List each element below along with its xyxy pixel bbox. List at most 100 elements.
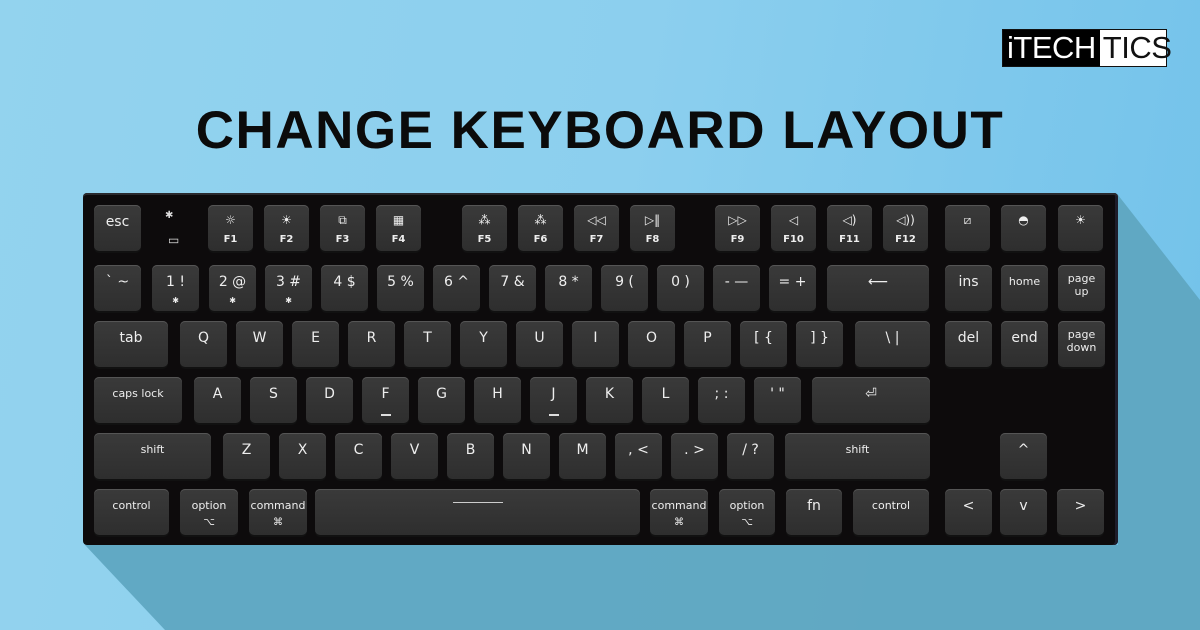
key-equals[interactable]: = + [769, 265, 816, 311]
key-w[interactable]: W [236, 321, 283, 367]
key-end[interactable]: end [1001, 321, 1048, 367]
key-label: I [593, 330, 598, 346]
key-rshift[interactable]: shift [785, 433, 930, 479]
bluetooth-icon: ✱ [229, 296, 236, 305]
key-right[interactable]: > [1057, 489, 1104, 535]
key-d[interactable]: D [306, 377, 353, 423]
key-c[interactable]: C [335, 433, 382, 479]
key-capslock[interactable]: caps lock [94, 377, 182, 423]
key-f11[interactable]: ◁) F11 [827, 205, 872, 251]
key-8[interactable]: 8 * [545, 265, 592, 311]
key-f3[interactable]: ⧉ F3 [320, 205, 365, 251]
key-f2[interactable]: ☀ F2 [264, 205, 309, 251]
key-lcommand[interactable]: command ⌘ [249, 489, 307, 535]
key-4[interactable]: 4 $ [321, 265, 368, 311]
key-f[interactable]: F [362, 377, 409, 423]
key-n[interactable]: N [503, 433, 550, 479]
key-f1[interactable]: ☼ F1 [208, 205, 253, 251]
key-siri[interactable]: ◓ [1001, 205, 1046, 251]
key-a[interactable]: A [194, 377, 241, 423]
key-m[interactable]: M [559, 433, 606, 479]
key-2[interactable]: 2 @ ✱ [209, 265, 256, 311]
key-tab[interactable]: tab [94, 321, 168, 367]
key-b[interactable]: B [447, 433, 494, 479]
key-esc[interactable]: esc [94, 205, 141, 251]
key-f12[interactable]: ◁)) F12 [883, 205, 928, 251]
key-screenshot[interactable]: ⧄ [945, 205, 990, 251]
key-lcontrol[interactable]: control [94, 489, 169, 535]
key-f10[interactable]: ◁ F10 [771, 205, 816, 251]
key-slash[interactable]: / ? [727, 433, 774, 479]
key-comma[interactable]: , < [615, 433, 662, 479]
key-space[interactable] [315, 489, 640, 535]
light-icon: ☀ [1075, 213, 1086, 227]
key-q[interactable]: Q [180, 321, 227, 367]
key-home[interactable]: home [1001, 265, 1048, 311]
key-up[interactable]: ^ [1000, 433, 1047, 479]
key-6[interactable]: 6 ^ [433, 265, 480, 311]
key-down[interactable]: v [1000, 489, 1047, 535]
key-lbracket[interactable]: [ { [740, 321, 787, 367]
key-e[interactable]: E [292, 321, 339, 367]
key-o[interactable]: O [628, 321, 675, 367]
key-light[interactable]: ☀ [1058, 205, 1103, 251]
key-7[interactable]: 7 & [489, 265, 536, 311]
key-y[interactable]: Y [460, 321, 507, 367]
key-f6[interactable]: ⁂ F6 [518, 205, 563, 251]
key-semicolon[interactable]: ; : [698, 377, 745, 423]
key-period[interactable]: . > [671, 433, 718, 479]
key-h[interactable]: H [474, 377, 521, 423]
key-label: option [729, 499, 765, 512]
f6-icon: ⁂ [534, 213, 547, 227]
key-label: esc [105, 214, 130, 230]
key-v[interactable]: V [391, 433, 438, 479]
key-f5[interactable]: ⁂ F5 [462, 205, 507, 251]
key-i[interactable]: I [572, 321, 619, 367]
key-label: P [703, 330, 712, 346]
key-pagedown[interactable]: page down [1058, 321, 1105, 367]
key-rbracket[interactable]: ] } [796, 321, 843, 367]
key-0[interactable]: 0 ) [657, 265, 704, 311]
modifier-icon: ⌘ [674, 517, 684, 528]
key-fn[interactable]: fn [786, 489, 842, 535]
key-lshift[interactable]: shift [94, 433, 211, 479]
key-label: command [250, 499, 306, 512]
key-backslash[interactable]: \ | [855, 321, 930, 367]
key-u[interactable]: U [516, 321, 563, 367]
key-rcommand[interactable]: command ⌘ [650, 489, 708, 535]
key-f8[interactable]: ▷‖ F8 [630, 205, 675, 251]
key-f4[interactable]: ▦ F4 [376, 205, 421, 251]
f5-icon: ⁂ [478, 213, 491, 227]
key-p[interactable]: P [684, 321, 731, 367]
key-t[interactable]: T [404, 321, 451, 367]
key-ins[interactable]: ins [945, 265, 992, 311]
key-g[interactable]: G [418, 377, 465, 423]
key-grave[interactable]: ` ~ [94, 265, 141, 311]
key-s[interactable]: S [250, 377, 297, 423]
key-3[interactable]: 3 # ✱ [265, 265, 312, 311]
key-l[interactable]: L [642, 377, 689, 423]
key-z[interactable]: Z [223, 433, 270, 479]
key-roption[interactable]: option ⌥ [719, 489, 775, 535]
key-label: O [645, 330, 658, 346]
key-enter[interactable]: ⏎ [812, 377, 930, 423]
key-r[interactable]: R [348, 321, 395, 367]
key-del[interactable]: del [945, 321, 992, 367]
key-rcontrol[interactable]: control [853, 489, 929, 535]
key-k[interactable]: K [586, 377, 633, 423]
key-f9[interactable]: ▷▷ F9 [715, 205, 760, 251]
key-loption[interactable]: option ⌥ [180, 489, 238, 535]
key-minus[interactable]: - — [713, 265, 760, 311]
key-j[interactable]: J [530, 377, 577, 423]
key-1[interactable]: 1 ! ✱ [152, 265, 199, 311]
key-9[interactable]: 9 ( [601, 265, 648, 311]
key-f7[interactable]: ◁◁ F7 [574, 205, 619, 251]
key-label: 5 % [387, 274, 414, 290]
key-quote[interactable]: ' " [754, 377, 801, 423]
key-left[interactable]: < [945, 489, 992, 535]
key-backspace[interactable]: ⟵ [827, 265, 929, 311]
key-pageup[interactable]: page up [1058, 265, 1105, 311]
key-5[interactable]: 5 % [377, 265, 424, 311]
key-x[interactable]: X [279, 433, 326, 479]
key-label: end [1011, 330, 1038, 346]
